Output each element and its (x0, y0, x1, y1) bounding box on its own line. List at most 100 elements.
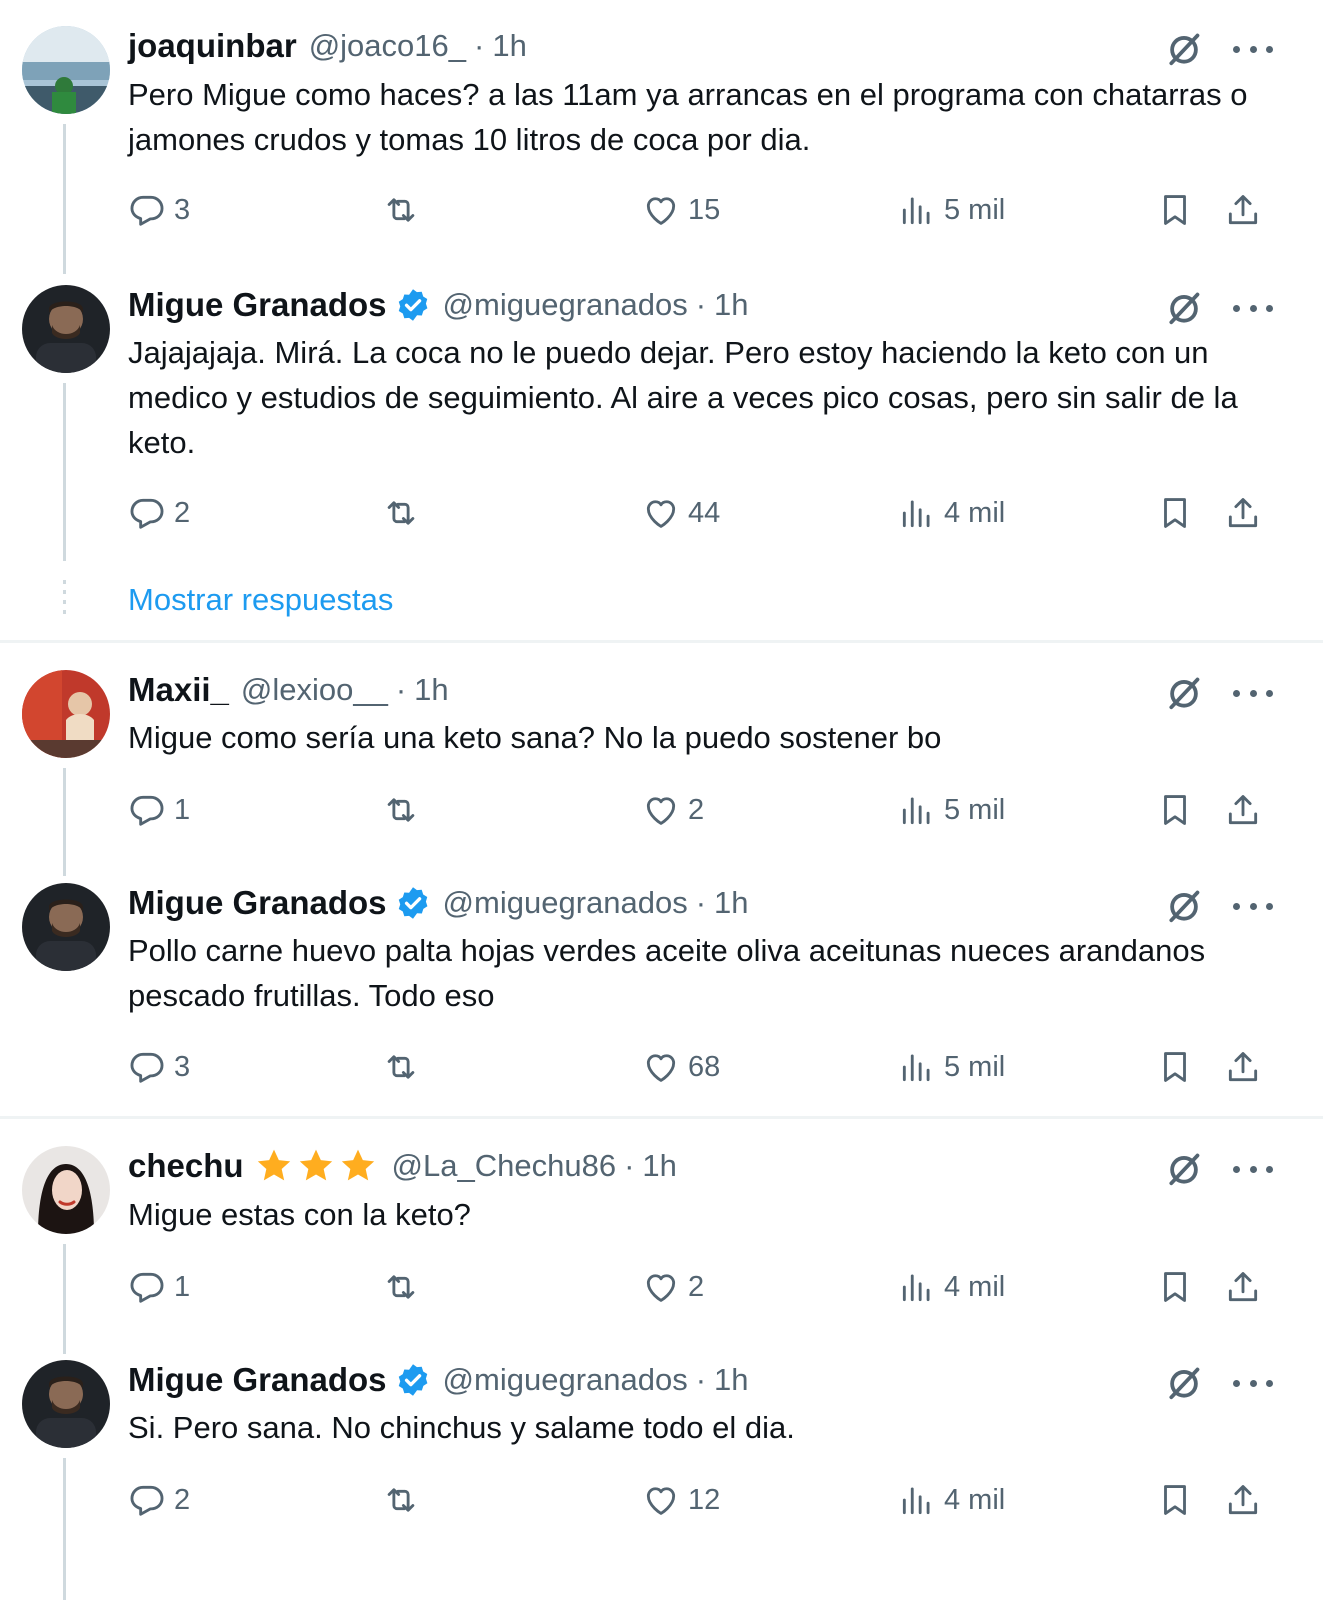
views-icon (898, 1481, 936, 1519)
timestamp[interactable]: 1h (492, 28, 526, 64)
divider (0, 640, 1323, 643)
reply-button[interactable]: 3 (128, 188, 190, 232)
like-button[interactable]: 2 (642, 1265, 704, 1309)
retweet-icon (382, 1268, 420, 1306)
retweet-button[interactable] (382, 1045, 420, 1089)
verified-badge-icon (395, 287, 431, 323)
reply-icon (128, 1481, 166, 1519)
avatar[interactable] (22, 1360, 110, 1448)
action-bar: 2 44 4 mil (0, 491, 1323, 535)
views-button[interactable]: 4 mil (898, 1265, 1005, 1309)
share-button[interactable] (1224, 788, 1262, 832)
username[interactable]: @La_Chechu86 (392, 1148, 617, 1184)
like-button[interactable]: 44 (642, 491, 720, 535)
timestamp[interactable]: 1h (714, 885, 748, 921)
bookmark-button[interactable] (1156, 788, 1194, 832)
grok-icon[interactable] (1165, 289, 1203, 327)
tweet-text: Migue como sería una keto sana? No la pu… (128, 720, 942, 755)
separator: · (695, 1362, 707, 1397)
timestamp[interactable]: 1h (642, 1148, 676, 1184)
display-name[interactable]: Migue Granados (128, 884, 387, 922)
avatar[interactable] (22, 1146, 110, 1234)
avatar[interactable] (22, 26, 110, 114)
reply-count: 2 (174, 496, 191, 529)
separator: · (395, 672, 407, 707)
share-button[interactable] (1224, 1265, 1262, 1309)
reply-icon (128, 1268, 166, 1306)
reply-count: 1 (174, 793, 191, 826)
like-button[interactable]: 68 (642, 1045, 720, 1089)
like-button[interactable]: 15 (642, 188, 720, 232)
retweet-button[interactable] (382, 491, 420, 535)
reply-button[interactable]: 2 (128, 1478, 190, 1522)
more-options-icon[interactable] (1233, 289, 1273, 327)
display-name[interactable]: Migue Granados (128, 286, 387, 324)
username[interactable]: @lexioo__ (241, 672, 388, 708)
bookmark-icon (1156, 1268, 1194, 1306)
views-icon (898, 791, 936, 829)
reply-button[interactable]: 3 (128, 1045, 190, 1089)
views-button[interactable]: 4 mil (898, 1478, 1005, 1522)
username[interactable]: @miguegranados (443, 1362, 688, 1398)
more-options-icon[interactable] (1233, 30, 1273, 68)
bookmark-button[interactable] (1156, 1478, 1194, 1522)
like-button[interactable]: 12 (642, 1478, 720, 1522)
display-name[interactable]: chechu (128, 1147, 244, 1185)
username[interactable]: @joaco16_ (309, 28, 466, 64)
grok-icon[interactable] (1165, 887, 1203, 925)
bookmark-button[interactable] (1156, 188, 1194, 232)
retweet-button[interactable] (382, 188, 420, 232)
more-options-icon[interactable] (1233, 1364, 1273, 1402)
show-replies-link[interactable]: Mostrar respuestas (128, 582, 393, 618)
retweet-icon (382, 791, 420, 829)
share-icon (1224, 1268, 1262, 1306)
reply-count: 3 (174, 1050, 191, 1083)
heart-icon (642, 791, 680, 829)
username[interactable]: @miguegranados (443, 287, 688, 323)
avatar[interactable] (22, 285, 110, 373)
retweet-button[interactable] (382, 788, 420, 832)
display-name[interactable]: Migue Granados (128, 1361, 387, 1399)
reply-button[interactable]: 1 (128, 788, 190, 832)
more-options-icon[interactable] (1233, 1150, 1273, 1188)
views-button[interactable]: 5 mil (898, 188, 1005, 232)
avatar[interactable] (22, 883, 110, 971)
grok-icon[interactable] (1165, 1150, 1203, 1188)
views-icon (898, 494, 936, 532)
retweet-button[interactable] (382, 1478, 420, 1522)
timestamp[interactable]: 1h (714, 287, 748, 323)
reply-button[interactable]: 2 (128, 491, 190, 535)
views-button[interactable]: 5 mil (898, 1045, 1005, 1089)
reply-button[interactable]: 1 (128, 1265, 190, 1309)
tweet-header: chechu @La_Chechu86 · 1h (128, 1146, 677, 1186)
display-name[interactable]: Maxii_ (128, 671, 229, 709)
views-button[interactable]: 4 mil (898, 491, 1005, 535)
verified-badge-icon (395, 885, 431, 921)
share-button[interactable] (1224, 1478, 1262, 1522)
reply-count: 3 (174, 193, 191, 226)
timestamp[interactable]: 1h (414, 672, 448, 708)
display-name[interactable]: joaquinbar (128, 27, 297, 65)
grok-icon[interactable] (1165, 674, 1203, 712)
action-bar: 3 15 5 mil (0, 188, 1323, 232)
bookmark-button[interactable] (1156, 491, 1194, 535)
share-button[interactable] (1224, 188, 1262, 232)
grok-icon[interactable] (1165, 1364, 1203, 1402)
timestamp[interactable]: 1h (714, 1362, 748, 1398)
bookmark-button[interactable] (1156, 1265, 1194, 1309)
views-button[interactable]: 5 mil (898, 788, 1005, 832)
more-options-icon[interactable] (1233, 887, 1273, 925)
tweet-text: Migue estas con la keto? (128, 1197, 471, 1232)
retweet-icon (382, 191, 420, 229)
like-button[interactable]: 2 (642, 788, 704, 832)
grok-icon[interactable] (1165, 30, 1203, 68)
more-options-icon[interactable] (1233, 674, 1273, 712)
retweet-button[interactable] (382, 1265, 420, 1309)
avatar[interactable] (22, 670, 110, 758)
username[interactable]: @miguegranados (443, 885, 688, 921)
bookmark-button[interactable] (1156, 1045, 1194, 1089)
share-button[interactable] (1224, 491, 1262, 535)
heart-icon (642, 191, 680, 229)
reply-icon (128, 494, 166, 532)
share-button[interactable] (1224, 1045, 1262, 1089)
